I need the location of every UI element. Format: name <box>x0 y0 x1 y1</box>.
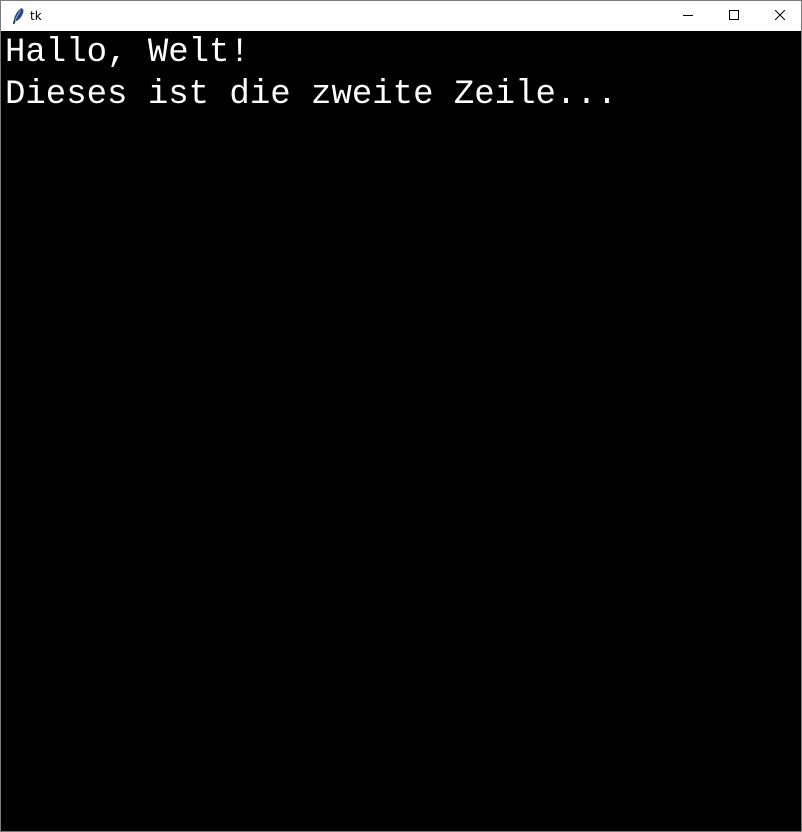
text-line-1: Hallo, Welt! <box>5 34 250 72</box>
tk-feather-icon[interactable] <box>10 7 26 25</box>
title-bar[interactable]: tk <box>1 1 801 31</box>
window-title: tk <box>30 9 42 23</box>
close-button[interactable] <box>757 1 802 31</box>
text-canvas[interactable]: Hallo, Welt! Dieses ist die zweite Zeile… <box>1 31 801 831</box>
minimize-button[interactable] <box>665 1 711 31</box>
app-window: tk Hallo, Welt! Dieses ist die zweite Ze… <box>0 0 802 832</box>
maximize-button[interactable] <box>711 1 757 31</box>
close-icon <box>774 9 786 23</box>
minimize-icon <box>683 9 693 23</box>
text-line-2: Dieses ist die zweite Zeile... <box>5 76 618 114</box>
maximize-icon <box>729 9 739 23</box>
